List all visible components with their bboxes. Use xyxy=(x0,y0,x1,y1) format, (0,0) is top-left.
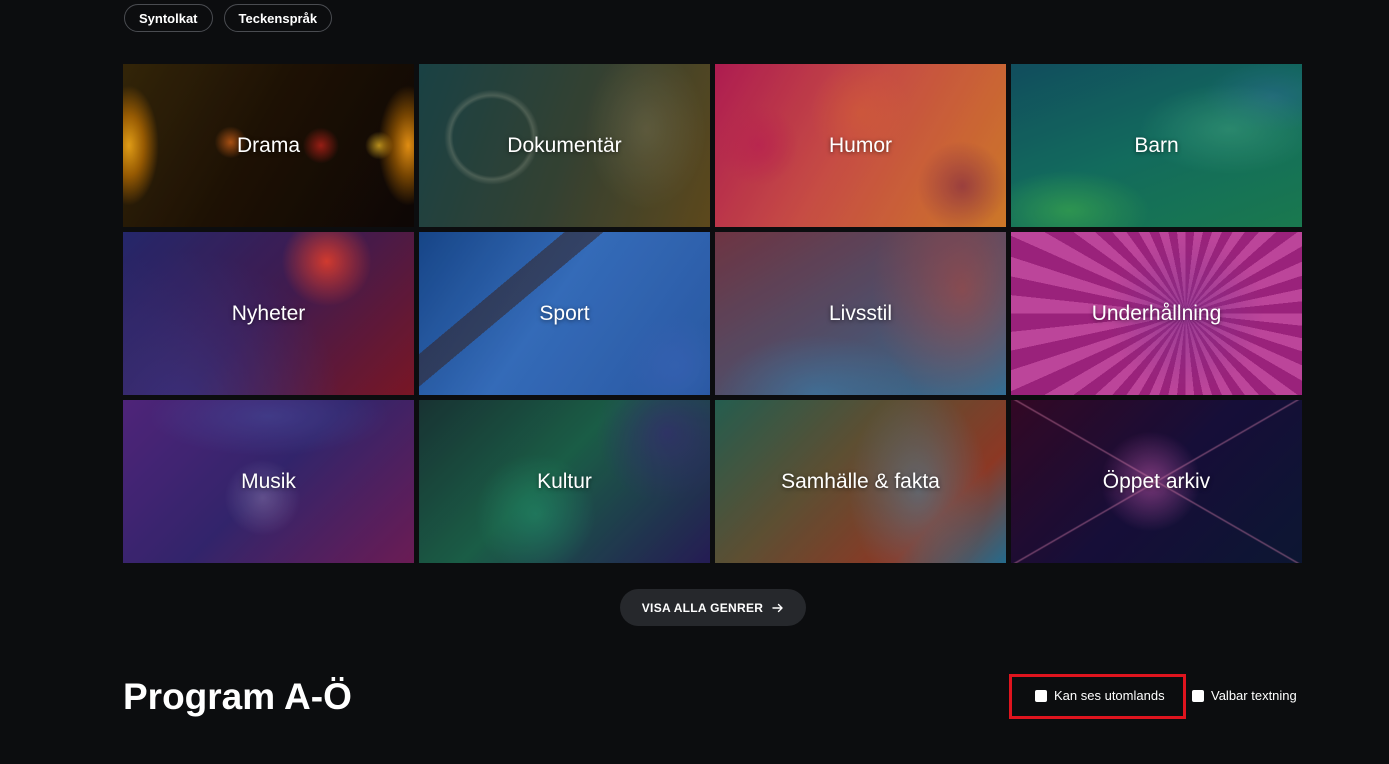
checkbox-label: Valbar textning xyxy=(1211,688,1297,703)
genre-tile-underhallning[interactable]: Underhållning xyxy=(1011,232,1302,395)
genre-label: Livsstil xyxy=(828,301,892,325)
genre-tile-dokumentar[interactable]: Dokumentär xyxy=(419,64,710,227)
checkbox-box[interactable] xyxy=(1192,689,1204,702)
genre-tile-oppet-arkiv[interactable]: Öppet arkiv xyxy=(1011,400,1302,563)
genre-label: Underhållning xyxy=(1091,301,1222,325)
genre-label: Humor xyxy=(828,133,892,157)
checkbox-optional-subtitles[interactable]: Valbar textning xyxy=(1192,688,1297,703)
section-title-program-a-o: Program A-Ö xyxy=(123,676,352,717)
show-all-genres-button[interactable]: VISA ALLA GENRER xyxy=(620,589,806,626)
genre-tile-musik[interactable]: Musik xyxy=(123,400,414,563)
chip-syntolkat[interactable]: Syntolkat xyxy=(124,4,213,32)
chip-teckensprak[interactable]: Teckenspråk xyxy=(223,4,333,32)
genre-label: Dokumentär xyxy=(507,133,622,157)
genre-label: Drama xyxy=(236,133,300,157)
genre-label: Öppet arkiv xyxy=(1102,469,1211,493)
page: Syntolkat Teckenspråk Drama Dokumentär H… xyxy=(0,0,1389,764)
genre-tile-humor[interactable]: Humor xyxy=(715,64,1006,227)
accessibility-filters: Syntolkat Teckenspråk xyxy=(124,4,333,32)
genre-label: Barn xyxy=(1134,133,1179,157)
checkbox-label: Kan ses utomlands xyxy=(1054,688,1165,703)
arrow-right-icon xyxy=(772,603,783,612)
genre-grid: Drama Dokumentär Humor Barn Nyheter Spor… xyxy=(123,64,1303,563)
genre-tile-barn[interactable]: Barn xyxy=(1011,64,1302,227)
show-all-genres-label: VISA ALLA GENRER xyxy=(641,600,764,615)
genre-label: Sport xyxy=(539,301,590,325)
genre-tile-samhalle[interactable]: Samhälle & fakta xyxy=(715,400,1006,563)
genre-label: Samhälle & fakta xyxy=(781,469,940,493)
genre-tile-livsstil[interactable]: Livsstil xyxy=(715,232,1006,395)
genre-label: Musik xyxy=(241,469,296,493)
genre-tile-sport[interactable]: Sport xyxy=(419,232,710,395)
genre-label: Kultur xyxy=(537,469,592,493)
genre-tile-kultur[interactable]: Kultur xyxy=(419,400,710,563)
checkbox-box[interactable] xyxy=(1035,689,1047,702)
genre-tile-drama[interactable]: Drama xyxy=(123,64,414,227)
checkbox-can-watch-abroad[interactable]: Kan ses utomlands xyxy=(1035,688,1165,703)
genre-label: Nyheter xyxy=(231,301,306,325)
genre-tile-nyheter[interactable]: Nyheter xyxy=(123,232,414,395)
